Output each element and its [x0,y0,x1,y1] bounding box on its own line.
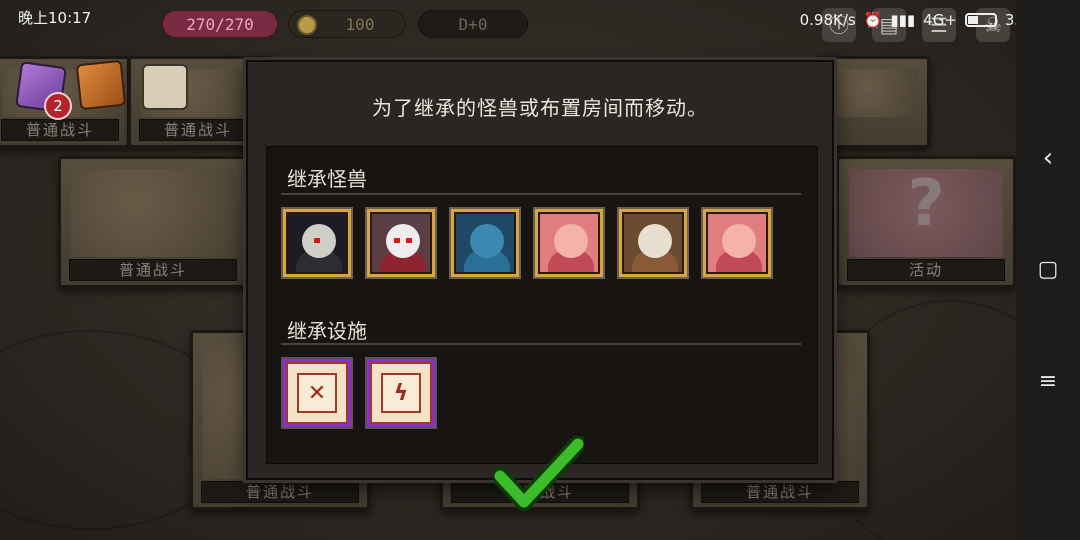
lightning-facility-icon: ϟ [381,373,421,413]
status-bar: 晚上10:17 0.98K/s ⏰ ▮▮▮ 4G+ 33% ⚙ [0,0,1080,32]
monster-section-title: 继承怪兽 [287,167,367,191]
monster-slot[interactable] [617,207,689,279]
menu-button[interactable]: ≡ [1016,362,1080,402]
monster-slot[interactable] [701,207,773,279]
monster-slot[interactable] [281,207,353,279]
network-type: 4G+ [923,10,957,29]
monster-slot[interactable] [365,207,437,279]
dialog-content: 继承怪兽 继承设施 ✕ ϟ [266,146,818,464]
clock: 晚上10:17 [18,9,92,27]
white-hair-girl-portrait-icon [370,212,432,274]
facility-slot[interactable]: ✕ [281,357,353,429]
divider [281,343,801,345]
back-button[interactable]: ‹ [1016,138,1080,178]
network-speed: 0.98K/s [799,10,856,29]
signal-icon: ▮▮▮ [890,10,916,29]
alarm-icon: ⏰ [863,10,883,29]
monster-slot[interactable] [533,207,605,279]
dialog-title: 为了继承的怪兽或布置房间而移动。 [372,96,708,120]
battery-icon [964,12,997,27]
blue-hair-mermaid-portrait-icon [454,212,516,274]
dark-skin-girl-portrait-icon [622,212,684,274]
pink-hair-girl-portrait-icon [538,212,600,274]
skeleton-reaper-portrait-icon [286,212,348,274]
system-nav-bar: ‹ ▢ ≡ [1016,0,1080,540]
book-icon[interactable] [75,59,127,111]
scroll-map-icon[interactable] [142,64,188,110]
facility-section-title: 继承设施 [287,319,367,343]
dna-facility-icon: ✕ [297,373,337,413]
home-button[interactable]: ▢ [1016,250,1080,290]
divider [281,193,801,195]
notification-badge: 2 [44,92,72,120]
pink-hair-girl-portrait-icon [706,212,768,274]
facility-slot[interactable]: ϟ [365,357,437,429]
monster-slot[interactable] [449,207,521,279]
confirm-checkmark-icon[interactable] [494,436,584,516]
inherit-dialog: 为了继承的怪兽或布置房间而移动。 继承怪兽 继承设施 ✕ ϟ [246,60,834,480]
